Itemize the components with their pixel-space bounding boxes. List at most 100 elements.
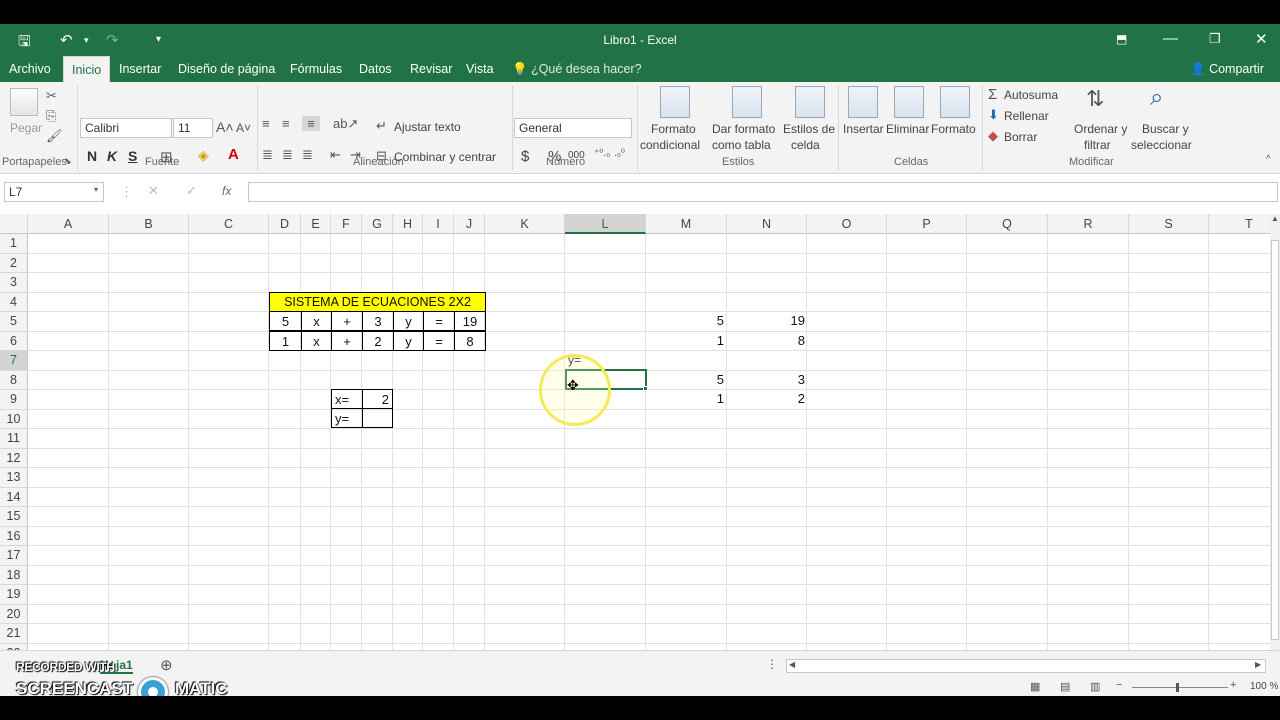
font-color-icon[interactable]: A: [228, 146, 239, 163]
column-header-a[interactable]: A: [28, 214, 109, 234]
format-painter-icon[interactable]: 🖌: [46, 128, 63, 144]
page-layout-icon[interactable]: ▤: [1060, 680, 1070, 693]
m7-cell[interactable]: 5: [646, 370, 727, 390]
format-cells-button[interactable]: Formato: [931, 122, 976, 136]
decrease-font-icon[interactable]: A˅: [236, 121, 251, 135]
m5-cell[interactable]: 1: [646, 331, 727, 351]
row-header-14[interactable]: 14: [0, 487, 28, 507]
tab-vista[interactable]: Vista: [466, 56, 494, 82]
increase-font-icon[interactable]: A˄: [216, 119, 234, 135]
y-label-cell[interactable]: y=: [331, 408, 363, 428]
zoom-out-icon[interactable]: −: [1116, 679, 1122, 691]
fill-handle[interactable]: [643, 386, 648, 391]
align-center-icon[interactable]: ≣: [282, 147, 293, 163]
row-header-16[interactable]: 16: [0, 526, 28, 546]
d5-cell[interactable]: 1: [269, 331, 302, 351]
tab-diseno-pagina[interactable]: Diseño de página: [178, 56, 275, 82]
tab-formulas[interactable]: Fórmulas: [290, 56, 342, 82]
find-icon[interactable]: ⌕: [1150, 84, 1163, 112]
tab-archivo[interactable]: Archivo: [9, 56, 51, 82]
row-header-12[interactable]: 12: [0, 448, 28, 468]
row-header-8[interactable]: 8: [0, 370, 28, 390]
insert-cells-button[interactable]: Insertar: [843, 122, 884, 136]
align-top-icon[interactable]: ≡: [262, 116, 270, 131]
close-icon[interactable]: ✕: [1255, 30, 1268, 48]
sort-filter-icon[interactable]: ⇅: [1086, 86, 1104, 112]
row-header-5[interactable]: 5: [0, 312, 28, 332]
m8-cell[interactable]: 1: [646, 389, 727, 409]
column-header-l[interactable]: L: [565, 214, 646, 234]
column-header-p[interactable]: P: [887, 214, 967, 234]
sort-filter-label-1[interactable]: Ordenar y: [1074, 122, 1127, 136]
scroll-right-icon[interactable]: ▶: [1255, 660, 1261, 669]
name-box-dropdown-icon[interactable]: ▾: [94, 185, 98, 194]
horizontal-scrollbar[interactable]: ◀ ▶: [786, 659, 1266, 673]
share-button[interactable]: 👤 Compartir: [1190, 56, 1264, 82]
delete-cells-icon[interactable]: [894, 86, 924, 118]
font-size-select[interactable]: 11: [173, 118, 213, 138]
scroll-up-icon[interactable]: ▲: [1271, 214, 1279, 223]
conditional-format-label-2[interactable]: condicional: [640, 138, 700, 152]
zoom-level[interactable]: 100 %: [1250, 681, 1278, 692]
h5-cell[interactable]: y: [393, 331, 424, 351]
column-header-o[interactable]: O: [807, 214, 887, 234]
more-options-icon[interactable]: ⋮: [766, 657, 778, 671]
insert-cells-icon[interactable]: [848, 86, 878, 118]
row-header-9[interactable]: 9: [0, 390, 28, 410]
scroll-left-icon[interactable]: ◀: [789, 660, 795, 669]
collapse-ribbon-icon[interactable]: ^: [1266, 154, 1271, 165]
row-header-21[interactable]: 21: [0, 624, 28, 644]
row-header-4[interactable]: 4: [0, 292, 28, 312]
column-header-q[interactable]: Q: [967, 214, 1048, 234]
row-header-1[interactable]: 1: [0, 234, 28, 254]
j4-cell[interactable]: 19: [454, 311, 486, 331]
column-header-g[interactable]: G: [362, 214, 393, 234]
row-header-11[interactable]: 11: [0, 429, 28, 449]
worksheet-grid[interactable]: ABCDEFGHIJKLMNOPQRST 1 2 3 4 5 6 7 8 9 10 11 12 13 14…: [0, 214, 1270, 650]
column-header-k[interactable]: K: [485, 214, 565, 234]
zoom-slider[interactable]: [1132, 687, 1228, 688]
n5-cell[interactable]: 8: [727, 331, 808, 351]
m4-cell[interactable]: 5: [646, 311, 727, 331]
j5-cell[interactable]: 8: [454, 331, 486, 351]
row-header-20[interactable]: 20: [0, 604, 28, 624]
conditional-format-icon[interactable]: [660, 86, 690, 118]
orientation-icon[interactable]: ab↗: [333, 116, 358, 132]
row-header-2[interactable]: 2: [0, 253, 28, 273]
x-label-cell[interactable]: x=: [331, 389, 363, 409]
decrease-indent-icon[interactable]: ⇤: [330, 147, 341, 163]
column-header-n[interactable]: N: [727, 214, 807, 234]
insert-function-button[interactable]: fx: [222, 184, 231, 198]
y-value-cell[interactable]: [362, 408, 393, 428]
f5-cell[interactable]: +: [331, 331, 363, 351]
align-left-icon[interactable]: ≣: [262, 147, 273, 163]
column-header-c[interactable]: C: [189, 214, 269, 234]
column-header-j[interactable]: J: [454, 214, 485, 234]
f4-cell[interactable]: +: [331, 311, 363, 331]
format-as-table-icon[interactable]: [732, 86, 762, 118]
autosum-button[interactable]: Autosuma: [1004, 88, 1058, 102]
align-bottom-icon[interactable]: ≡: [302, 116, 320, 131]
column-header-r[interactable]: R: [1048, 214, 1129, 234]
find-select-label-1[interactable]: Buscar y: [1142, 122, 1189, 136]
i4-cell[interactable]: =: [423, 311, 455, 331]
vertical-scrollbar[interactable]: ▲ ▼: [1270, 214, 1280, 674]
title-cell[interactable]: SISTEMA DE ECUACIONES 2X2: [269, 292, 486, 312]
underline-button[interactable]: S: [128, 148, 137, 164]
add-sheet-icon[interactable]: ⊕: [160, 656, 173, 674]
conditional-format-label-1[interactable]: Formato: [651, 122, 696, 136]
align-middle-icon[interactable]: ≡: [282, 116, 290, 131]
formula-input[interactable]: [248, 182, 1278, 202]
sort-filter-label-2[interactable]: filtrar: [1084, 138, 1111, 152]
align-right-icon[interactable]: ≣: [302, 147, 313, 163]
format-as-table-label-2[interactable]: como tabla: [712, 138, 771, 152]
paste-button[interactable]: Pegar: [10, 121, 42, 135]
currency-button[interactable]: $: [521, 148, 529, 165]
clear-button[interactable]: Borrar: [1004, 130, 1037, 144]
merge-center-button[interactable]: Combinar y centrar: [394, 150, 496, 164]
row-header-6[interactable]: 6: [0, 331, 28, 351]
number-format-select[interactable]: General: [514, 118, 632, 138]
n4-cell[interactable]: 19: [727, 311, 808, 331]
column-header-e[interactable]: E: [301, 214, 331, 234]
name-box[interactable]: L7: [4, 182, 104, 202]
